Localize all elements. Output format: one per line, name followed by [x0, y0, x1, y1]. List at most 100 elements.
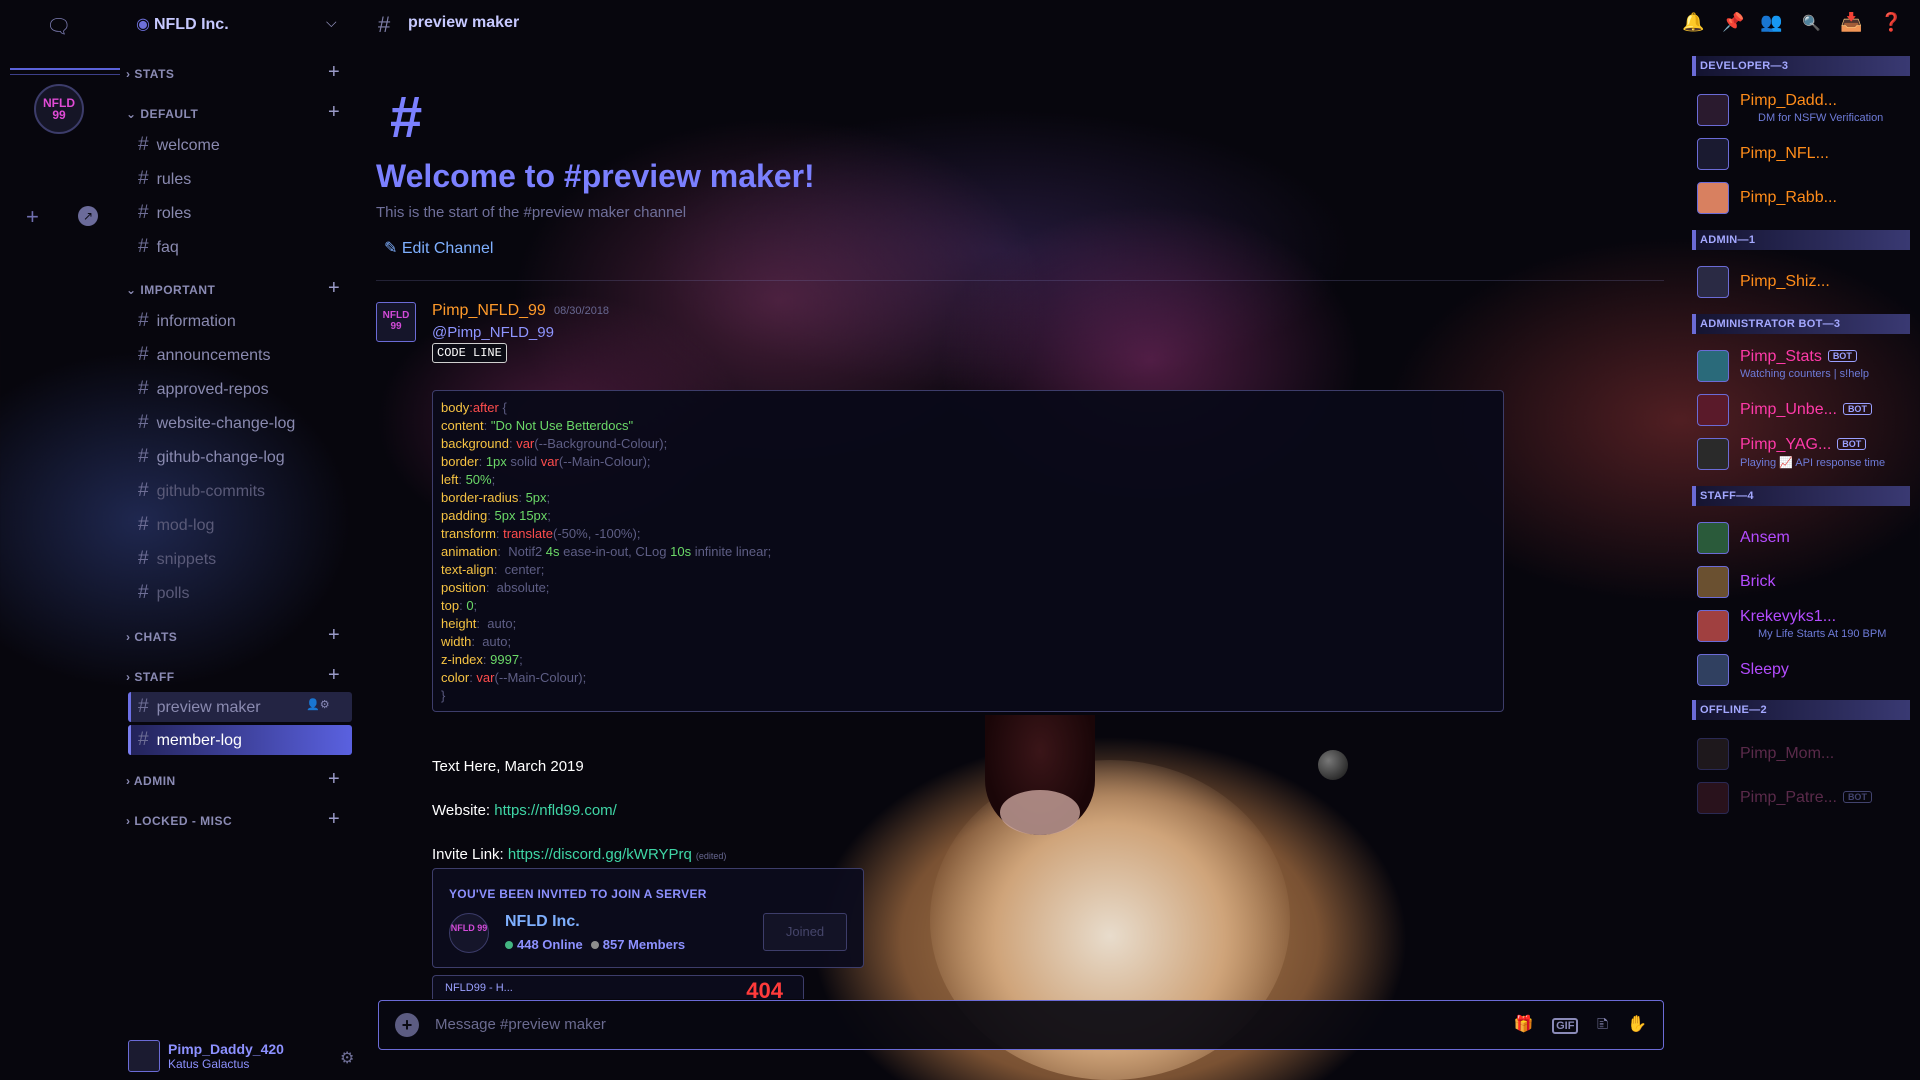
avatar[interactable] — [1697, 438, 1729, 470]
add-channel-icon[interactable]: + — [328, 61, 340, 84]
sidebar-item-preview-maker[interactable]: # preview maker — [138, 696, 261, 718]
avatar[interactable] — [1697, 266, 1729, 298]
member-list-item[interactable]: Pimp_Dadd... — [1740, 92, 1837, 110]
sidebar-item-label: member-log — [156, 732, 242, 749]
invite-server-icon: NFLD 99 — [449, 913, 489, 953]
invite-online: 448 Online — [517, 937, 583, 952]
avatar[interactable] — [1697, 566, 1729, 598]
server-icon-nfld[interactable]: NFLD 99 — [34, 84, 84, 134]
help-icon[interactable]: ❓ — [1880, 12, 1902, 33]
sidebar-item-github-commits[interactable]: # github-commits — [138, 480, 265, 502]
invite-member-icon[interactable]: 👤⚙ — [306, 698, 330, 711]
add-channel-icon[interactable]: + — [328, 101, 340, 124]
code-token: content — [441, 418, 484, 433]
sidebar-item-label: faq — [156, 239, 179, 256]
code-line: border-radius: 5px; — [441, 489, 1495, 507]
sidebar-item-faq[interactable]: # faq — [138, 236, 179, 258]
chevron-down-icon[interactable]: ⌵ — [326, 14, 337, 31]
category-stats[interactable]: › STATS — [126, 67, 174, 81]
invite-link[interactable]: https://discord.gg/kWRYPrq — [508, 846, 692, 863]
add-channel-icon[interactable]: + — [328, 624, 340, 647]
message-input[interactable]: Message #preview maker — [435, 1016, 606, 1033]
search-icon[interactable]: 🔍 — [1802, 14, 1821, 32]
member-list-item[interactable]: Pimp_Rabb... — [1740, 189, 1837, 207]
avatar[interactable] — [1697, 610, 1729, 642]
member-list-item[interactable]: Pimp_Patre... BOT — [1740, 789, 1872, 807]
member-name: Pimp_NFL... — [1740, 145, 1829, 162]
member-list-item[interactable]: Brick — [1740, 573, 1776, 591]
message-author[interactable]: Pimp_NFLD_99 — [432, 302, 546, 320]
avatar[interactable] — [128, 1040, 160, 1072]
avatar[interactable]: NFLD 99 — [376, 302, 416, 342]
sidebar-item-polls[interactable]: # polls — [138, 582, 189, 604]
user-mention[interactable]: @Pimp_NFLD_99 — [432, 324, 554, 341]
sidebar-item-approved-repos[interactable]: # approved-repos — [138, 378, 269, 400]
invite-members: 857 Members — [602, 937, 686, 952]
code-colon: : — [493, 562, 501, 577]
add-channel-icon[interactable]: + — [328, 277, 340, 300]
joined-button[interactable]: Joined — [763, 913, 847, 951]
bell-icon[interactable]: 🔔 — [1682, 12, 1704, 33]
code-line: body:after { — [441, 399, 1495, 417]
channel-hash-icon: # — [378, 12, 391, 37]
sidebar-item-github-change-log[interactable]: # github-change-log — [138, 446, 285, 468]
avatar[interactable] — [1697, 94, 1729, 126]
avatar[interactable] — [1697, 138, 1729, 170]
add-server-icon[interactable]: + — [26, 204, 39, 230]
pin-icon[interactable]: 📌 — [1722, 12, 1744, 33]
gear-icon[interactable]: ⚙ — [340, 1048, 354, 1068]
category-chats[interactable]: › CHATS — [126, 630, 177, 644]
sidebar-item-welcome[interactable]: # welcome — [138, 134, 220, 156]
member-list-item[interactable]: Pimp_YAG... BOT — [1740, 436, 1867, 454]
sticker-icon[interactable]: 🗈 — [1597, 1016, 1609, 1033]
sidebar-item-member-log[interactable]: # member-log — [138, 729, 242, 751]
category-default[interactable]: ⌄ DEFAULT — [126, 107, 198, 121]
code-token: ; — [547, 508, 551, 523]
member-list-item[interactable]: Pimp_Shiz... — [1740, 273, 1830, 291]
members-icon[interactable]: 👥 — [1760, 12, 1782, 33]
add-channel-icon[interactable]: + — [328, 664, 340, 687]
category-locked-misc[interactable]: › LOCKED - MISC — [126, 814, 232, 828]
gif-icon[interactable]: GIF — [1552, 1018, 1579, 1034]
inbox-icon[interactable]: 📥 — [1840, 12, 1862, 33]
emoji-icon[interactable]: ✋ — [1627, 1016, 1647, 1033]
member-list-item[interactable]: Pimp_Unbe... BOT — [1740, 401, 1872, 419]
avatar[interactable] — [1697, 738, 1729, 770]
website-link[interactable]: https://nfld99.com/ — [494, 802, 617, 819]
member-list-item[interactable]: Ansem — [1740, 529, 1790, 547]
compass-icon[interactable]: ↗ — [78, 206, 98, 226]
embed-number: 404 — [746, 978, 783, 999]
sidebar-item-snippets[interactable]: # snippets — [138, 548, 216, 570]
member-list-item[interactable]: Sleepy — [1740, 661, 1789, 679]
avatar[interactable] — [1697, 782, 1729, 814]
member-list-item[interactable]: Krekevyks1... — [1740, 608, 1836, 626]
sidebar-item-roles[interactable]: # roles — [138, 202, 191, 224]
gift-icon[interactable]: 🎁 — [1514, 1016, 1534, 1033]
avatar[interactable] — [1697, 522, 1729, 554]
add-channel-icon[interactable]: + — [328, 808, 340, 831]
code-token: ; — [519, 652, 523, 667]
category-important[interactable]: ⌄ IMPORTANT — [126, 283, 215, 297]
chat-bubble-icon[interactable]: 🗨 — [46, 14, 72, 38]
sidebar-item-rules[interactable]: # rules — [138, 168, 191, 190]
sidebar-item-announcements[interactable]: # announcements — [138, 344, 270, 366]
avatar[interactable] — [1697, 182, 1729, 214]
add-channel-icon[interactable]: + — [328, 768, 340, 791]
message-input-bar[interactable]: + Message #preview maker 🎁 GIF 🗈 ✋ — [378, 1000, 1664, 1050]
server-name-header[interactable]: ◉ NFLD Inc. — [136, 14, 229, 34]
code-brace: } — [441, 688, 446, 703]
add-attachment-icon[interactable]: + — [395, 1013, 419, 1037]
sidebar-item-information[interactable]: # information — [138, 310, 236, 332]
edit-channel-link[interactable]: ✎ Edit Channel — [384, 238, 493, 258]
sidebar-item-mod-log[interactable]: # mod-log — [138, 514, 214, 536]
avatar[interactable] — [1697, 394, 1729, 426]
member-status: Playing 📈 API response time — [1740, 457, 1886, 469]
category-staff[interactable]: › STAFF — [126, 670, 175, 684]
category-admin[interactable]: › ADMIN — [126, 774, 176, 788]
avatar[interactable] — [1697, 654, 1729, 686]
avatar[interactable] — [1697, 350, 1729, 382]
member-list-item[interactable]: Pimp_Stats BOT — [1740, 348, 1857, 366]
member-list-item[interactable]: Pimp_NFL... — [1740, 145, 1829, 163]
member-list-item[interactable]: Pimp_Mom... — [1740, 745, 1834, 763]
sidebar-item-website-change-log[interactable]: # website-change-log — [138, 412, 295, 434]
